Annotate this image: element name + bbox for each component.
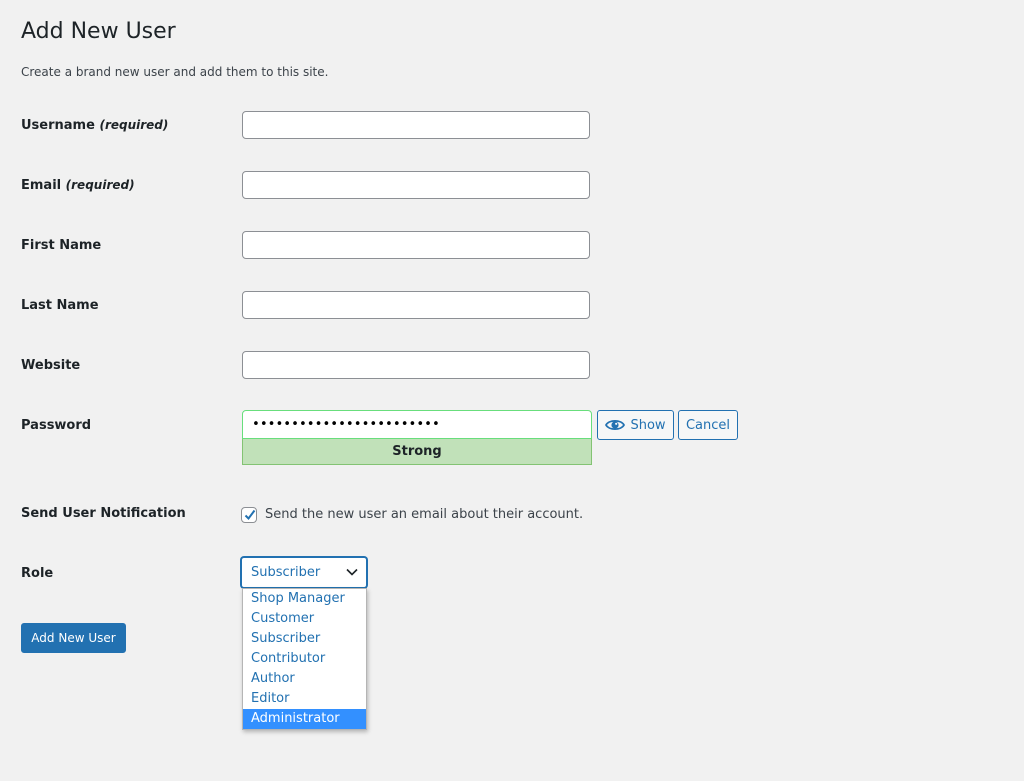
last-name-label: Last Name [21,298,99,313]
add-user-page: Add New User Create a brand new user and… [0,0,1024,781]
show-password-label: Show [630,417,666,433]
role-option-shop-manager[interactable]: Shop Manager [243,589,366,609]
role-dropdown-list: Shop Manager Customer Subscriber Contrib… [242,588,367,730]
page-title: Add New User [21,19,176,44]
notification-checkbox[interactable] [241,507,257,523]
cancel-password-button[interactable]: Cancel [678,410,738,440]
last-name-input[interactable] [242,291,590,319]
email-input[interactable] [242,171,590,199]
username-input[interactable] [242,111,590,139]
role-option-contributor[interactable]: Contributor [243,649,366,669]
role-option-administrator[interactable]: Administrator [243,709,366,729]
username-label: Username (required) [21,118,168,133]
password-label: Password [21,418,92,433]
email-label: Email (required) [21,178,135,193]
email-label-text: Email [21,178,62,193]
eye-icon [605,418,626,432]
show-password-button[interactable]: Show [597,410,674,440]
password-input[interactable] [242,410,592,439]
first-name-input[interactable] [242,231,590,259]
email-required-note: (required) [65,178,135,192]
role-option-editor[interactable]: Editor [243,689,366,709]
password-strength-meter: Strong [242,439,592,465]
role-select-value: Subscriber [251,565,321,580]
role-option-author[interactable]: Author [243,669,366,689]
username-label-text: Username [21,118,95,133]
role-label: Role [21,566,54,581]
website-label: Website [21,358,81,373]
username-required-note: (required) [99,118,169,132]
notification-label: Send User Notification [21,506,186,521]
first-name-label: First Name [21,238,102,253]
checkmark-icon [244,509,256,521]
role-option-customer[interactable]: Customer [243,609,366,629]
notification-checkbox-label[interactable]: Send the new user an email about their a… [265,507,583,522]
role-select[interactable]: Subscriber [241,557,367,588]
role-option-subscriber[interactable]: Subscriber [243,629,366,649]
add-new-user-button[interactable]: Add New User [21,623,126,653]
page-intro: Create a brand new user and add them to … [21,65,329,79]
chevron-down-icon [346,568,358,576]
website-input[interactable] [242,351,590,379]
